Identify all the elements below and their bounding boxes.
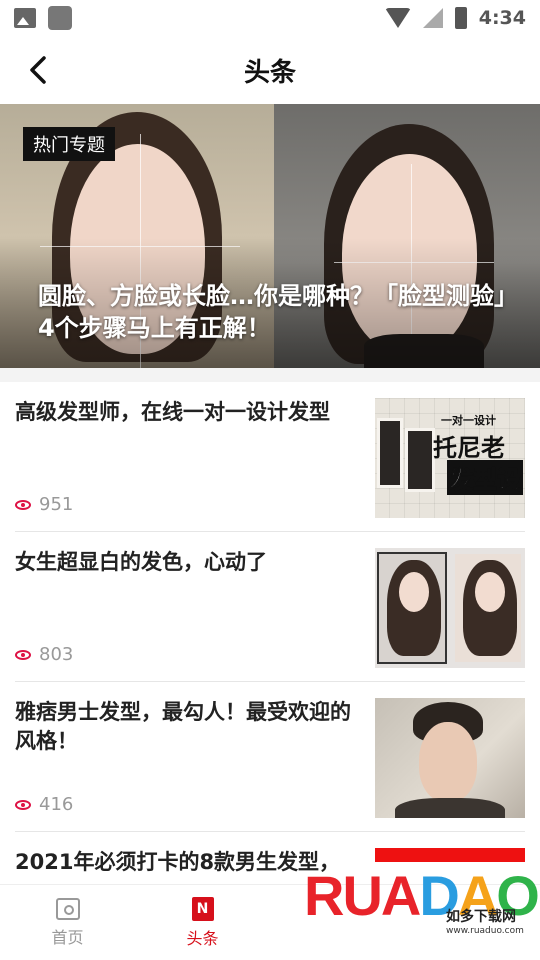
app-icon (48, 6, 72, 30)
image-icon (14, 8, 36, 28)
status-bar: 4:34 (0, 0, 540, 36)
view-count: 803 (15, 644, 73, 665)
page-title: 头条 (243, 57, 296, 88)
featured-banner[interactable]: 热门专题 圆脸、方脸或长脸…你是哪种？「脸型测验」4个步骤马上有正解！ (0, 104, 540, 368)
eye-icon (15, 499, 31, 510)
home-icon (55, 897, 80, 920)
watermark-subtitle: 如多下载网 (446, 909, 516, 925)
chevron-left-icon (30, 56, 46, 84)
wifi-icon (384, 8, 411, 28)
watermark-logo: RUADAO 如多下载网 www.ruaduo.com (304, 864, 540, 937)
header: 头条 (0, 36, 540, 104)
news-icon: N (191, 896, 214, 921)
battery-charging-icon (454, 7, 467, 29)
view-count-value: 416 (39, 794, 74, 815)
status-time: 4:34 (478, 7, 526, 29)
view-count-value: 803 (39, 644, 74, 665)
news-item[interactable]: 高级发型师，在线一对一设计发型 951 一对一设计 托尼老 发型设 (15, 382, 525, 532)
nav-label: 头条 (186, 928, 219, 948)
thumb-text: 托尼老 (433, 434, 505, 462)
nav-item-home[interactable]: 首页 (0, 885, 135, 960)
banner-title[interactable]: 圆脸、方脸或长脸…你是哪种？「脸型测验」4个步骤马上有正解！ (38, 280, 508, 344)
news-thumbnail (375, 698, 525, 818)
nav-item-news[interactable]: N 头条 (135, 885, 270, 960)
eye-icon (15, 799, 31, 810)
news-item[interactable]: 雅痞男士发型，最勾人！最受欢迎的风格！ 416 (15, 682, 525, 832)
news-thumbnail: 一对一设计 托尼老 发型设 (375, 398, 525, 518)
news-item[interactable]: 女生超显白的发色，心动了 803 (15, 532, 525, 682)
view-count-value: 951 (39, 494, 74, 515)
news-title: 雅痞男士发型，最勾人！最受欢迎的风格！ (15, 700, 351, 753)
no-signal-icon (422, 8, 443, 28)
thumb-text: 一对一设计 (441, 414, 496, 427)
nav-label: 首页 (51, 927, 84, 947)
back-button[interactable] (20, 52, 56, 88)
news-thumbnail (375, 548, 525, 668)
eye-icon (15, 649, 31, 660)
news-title: 女生超显白的发色，心动了 (15, 550, 267, 574)
news-title: 高级发型师，在线一对一设计发型 (15, 400, 330, 424)
watermark-url: www.ruaduo.com (446, 926, 524, 936)
thumb-text: 发型设 (447, 460, 523, 495)
view-count: 416 (15, 794, 73, 815)
view-count: 951 (15, 494, 73, 515)
section-divider (0, 368, 540, 382)
banner-tag: 热门专题 (23, 127, 115, 161)
